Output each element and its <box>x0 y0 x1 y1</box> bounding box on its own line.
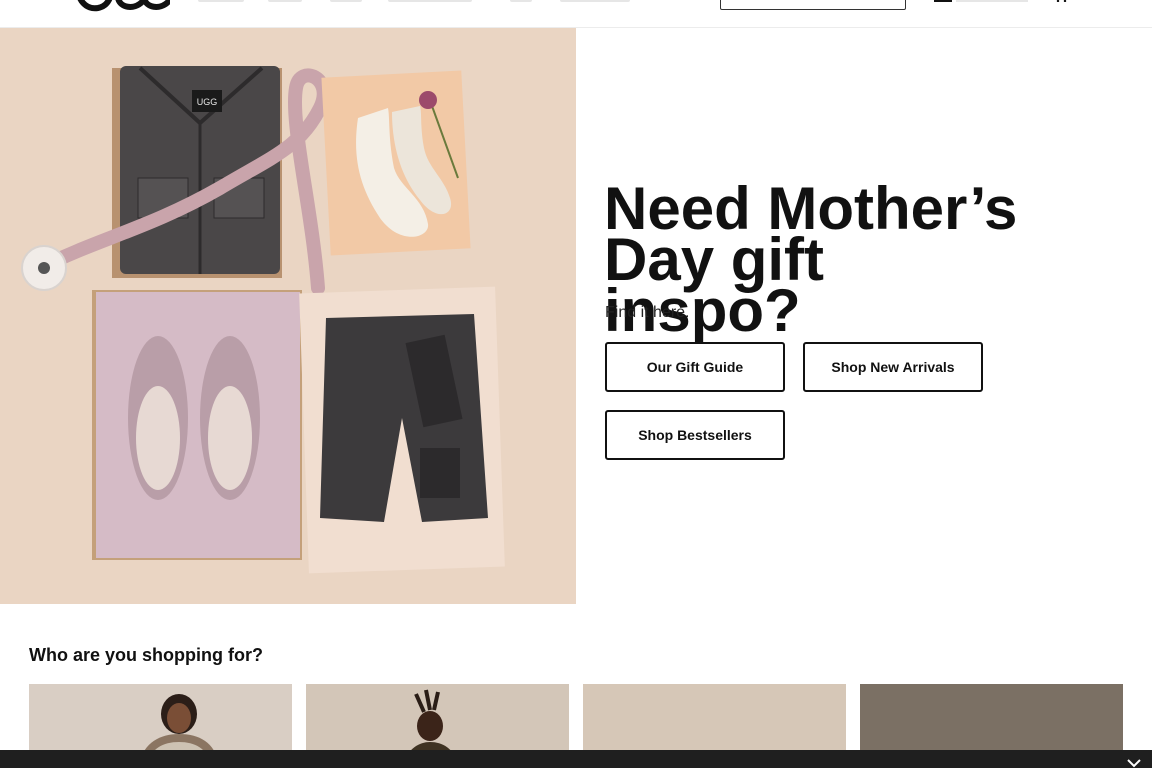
jacket-label-text: UGG <box>197 97 218 107</box>
account-icon[interactable] <box>934 0 952 2</box>
account-label[interactable] <box>956 0 1028 2</box>
shop-new-arrivals-button[interactable]: Shop New Arrivals <box>803 342 983 392</box>
shopping-for-heading: Who are you shopping for? <box>29 645 263 665</box>
chevron-down-icon[interactable] <box>1126 758 1142 768</box>
nav-item-men[interactable] <box>268 0 302 2</box>
nav-item-kids[interactable] <box>330 0 362 2</box>
nav-item-women[interactable] <box>198 0 244 2</box>
hero-subtext: Find it here. <box>605 304 690 321</box>
ugg-logo[interactable] <box>72 0 170 14</box>
search-input[interactable] <box>720 0 906 10</box>
hero-heading-line-2: Day gift inspo? <box>604 226 825 344</box>
flower <box>419 91 437 109</box>
bottom-sticky-bar[interactable] <box>0 750 1152 768</box>
nav-item-sale[interactable] <box>510 0 532 2</box>
hero-flatlay-illustration: UGG <box>0 28 576 604</box>
nav-item-home[interactable] <box>388 0 472 2</box>
nav-item-gifts[interactable] <box>560 0 630 2</box>
shop-bestsellers-button[interactable]: Shop Bestsellers <box>605 410 785 460</box>
hero-image[interactable]: UGG <box>0 28 576 604</box>
site-header <box>0 0 1152 28</box>
bag-icon[interactable] <box>1052 0 1070 2</box>
gift-guide-button[interactable]: Our Gift Guide <box>605 342 785 392</box>
